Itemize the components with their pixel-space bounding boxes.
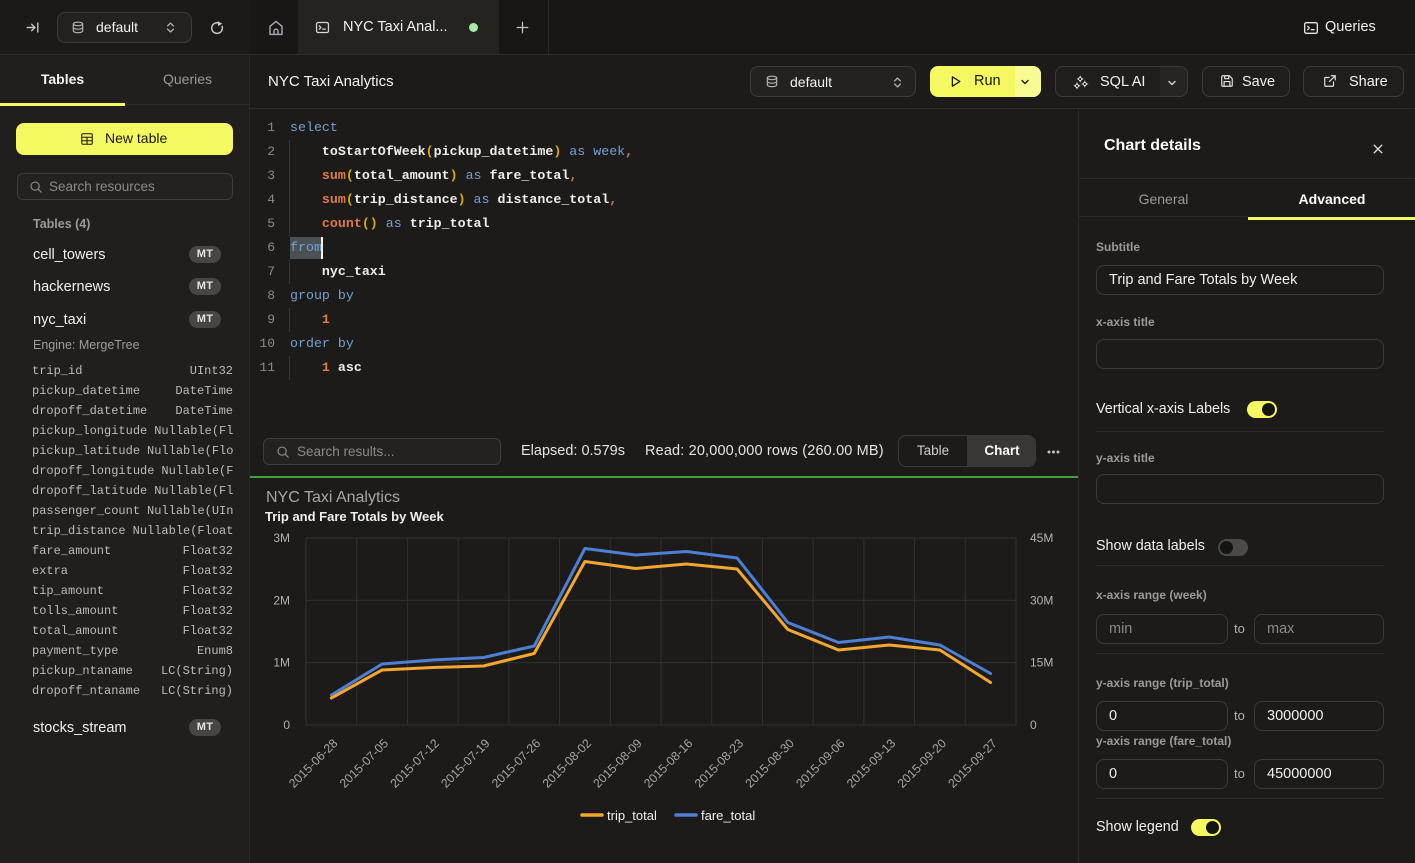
svg-text:15M: 15M xyxy=(1030,656,1053,670)
svg-text:NYC Taxi Analytics: NYC Taxi Analytics xyxy=(266,489,400,506)
svg-text:2015-07-26: 2015-07-26 xyxy=(489,736,543,790)
svg-text:Trip and Fare Totals by Week: Trip and Fare Totals by Week xyxy=(265,509,444,524)
svg-text:2015-09-27: 2015-09-27 xyxy=(945,736,999,790)
svg-text:fare_total: fare_total xyxy=(701,808,755,823)
svg-text:2015-07-12: 2015-07-12 xyxy=(388,736,442,790)
svg-text:2015-08-30: 2015-08-30 xyxy=(743,736,797,790)
svg-text:2015-08-02: 2015-08-02 xyxy=(540,736,594,790)
svg-text:trip_total: trip_total xyxy=(607,808,657,823)
svg-text:45M: 45M xyxy=(1030,531,1053,545)
svg-text:2015-06-28: 2015-06-28 xyxy=(286,736,340,790)
svg-text:2015-08-23: 2015-08-23 xyxy=(692,736,746,790)
svg-text:2015-07-19: 2015-07-19 xyxy=(438,736,492,790)
svg-text:3M: 3M xyxy=(273,531,290,545)
svg-text:0: 0 xyxy=(1030,718,1037,732)
svg-text:2M: 2M xyxy=(273,593,290,607)
svg-text:1M: 1M xyxy=(273,656,290,670)
svg-text:2015-09-06: 2015-09-06 xyxy=(793,736,847,790)
svg-text:2015-08-09: 2015-08-09 xyxy=(590,736,644,790)
svg-text:2015-09-20: 2015-09-20 xyxy=(895,736,949,790)
svg-text:0: 0 xyxy=(283,718,290,732)
svg-text:30M: 30M xyxy=(1030,593,1053,607)
svg-text:2015-07-05: 2015-07-05 xyxy=(337,736,391,790)
svg-text:2015-09-13: 2015-09-13 xyxy=(844,736,898,790)
svg-text:2015-08-16: 2015-08-16 xyxy=(641,736,695,790)
